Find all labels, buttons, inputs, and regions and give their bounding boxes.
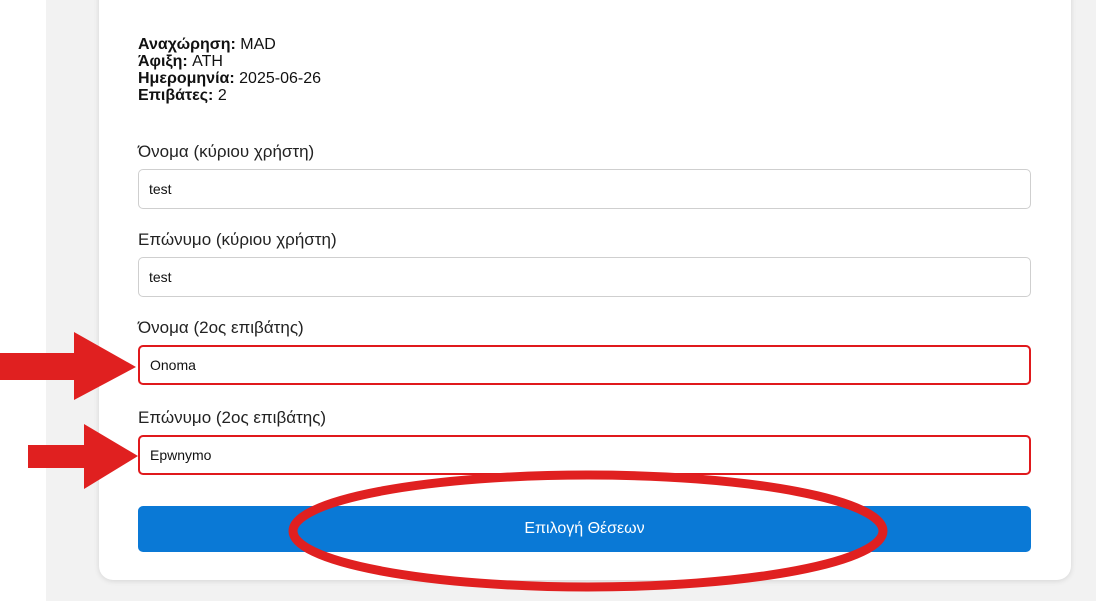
departure-label: Αναχώρηση: [138,36,236,53]
last-name-second-label: Επώνυμο (2ος επιβάτης) [138,408,327,427]
arrival-value: ATH [192,53,223,70]
booking-page: Αναχώρηση: MAD Άφιξη: ATH Ημερομηνία: 20… [0,0,1110,601]
last-name-main-label: Επώνυμο (κύριου χρήστη) [138,230,337,249]
first-name-second-label: Όνομα (2ος επιβάτης) [138,318,304,337]
departure-value: MAD [240,36,276,53]
departure-row: Αναχώρηση: MAD [138,36,321,53]
last-name-main-input[interactable] [138,257,1031,297]
date-row: Ημερομηνία: 2025-06-26 [138,70,321,87]
passengers-value: 2 [217,87,227,104]
arrival-row: Άφιξη: ATH [138,53,321,70]
first-name-second-input[interactable] [138,345,1031,385]
date-label: Ημερομηνία: [138,70,235,87]
passengers-row: Επιβάτες: 2 [138,87,321,104]
date-value: 2025-06-26 [239,70,321,87]
arrival-label: Άφιξη: [138,53,188,70]
passengers-label: Επιβάτες: [138,87,214,104]
last-name-second-input[interactable] [138,435,1031,475]
first-name-main-label: Όνομα (κύριου χρήστη) [138,142,315,161]
select-seats-button[interactable]: Επιλογή Θέσεων [138,506,1031,552]
first-name-main-input[interactable] [138,169,1031,209]
flight-summary: Αναχώρηση: MAD Άφιξη: ATH Ημερομηνία: 20… [138,36,321,104]
